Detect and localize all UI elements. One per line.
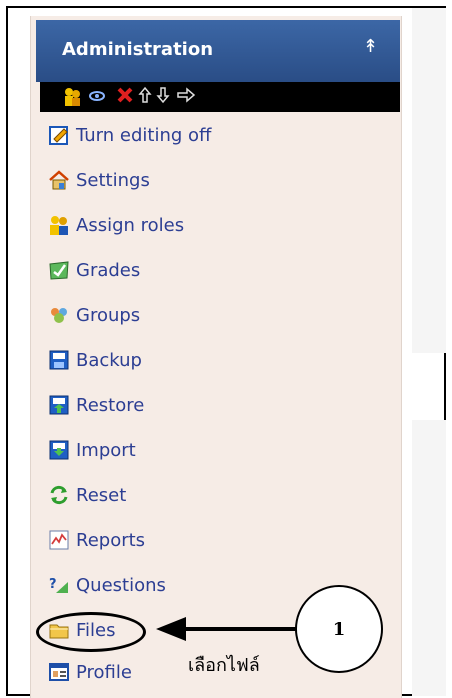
svg-text:?: ? (49, 577, 57, 592)
menu-item-label: Profile (76, 661, 132, 683)
assign-roles-icon[interactable] (62, 86, 84, 113)
menu-item-label: Reset (76, 484, 127, 506)
edit-icon (48, 124, 70, 146)
menu-item-questions[interactable]: ? Questions (48, 570, 166, 600)
menu-item-restore[interactable]: Restore (48, 390, 144, 420)
menu-item-label: Backup (76, 349, 142, 371)
block-commands-bar (40, 82, 400, 112)
menu-item-profile[interactable]: Profile (48, 657, 132, 687)
menu-item-label: Settings (76, 169, 150, 191)
menu-item-label: Groups (76, 304, 141, 326)
menu-item-import[interactable]: Import (48, 435, 136, 465)
callout-step-number: 1 (295, 585, 383, 673)
menu-item-turn-editing-off[interactable]: Turn editing off (48, 120, 211, 150)
settings-icon (48, 169, 70, 191)
main-content-area-lower (412, 420, 446, 696)
main-content-area (412, 8, 446, 353)
block-title: Administration (62, 39, 214, 60)
delete-icon[interactable] (116, 86, 134, 109)
menu-item-grades[interactable]: Grades (48, 255, 140, 285)
profile-icon (48, 661, 70, 683)
menu-item-reports[interactable]: Reports (48, 525, 145, 555)
menu-item-label: Questions (76, 574, 166, 596)
collapse-up-icon[interactable]: ↟ (363, 37, 378, 57)
menu-item-backup[interactable]: Backup (48, 345, 142, 375)
backup-icon (48, 349, 70, 371)
menu-item-label: Turn editing off (76, 124, 212, 146)
reports-icon (48, 529, 70, 551)
callout-arrow-line (185, 627, 300, 631)
menu-item-groups[interactable]: Groups (48, 300, 140, 330)
menu-item-label: Grades (76, 259, 141, 281)
menu-item-assign-roles[interactable]: Assign roles (48, 210, 184, 240)
callout-arrowhead-icon (156, 617, 186, 641)
move-up-icon[interactable] (138, 86, 152, 109)
reset-icon (48, 484, 70, 506)
menu-item-reset[interactable]: Reset (48, 480, 126, 510)
grades-icon (48, 259, 70, 281)
menu-item-label: Assign roles (76, 214, 185, 236)
restore-icon (48, 394, 70, 416)
block-header: Administration ↟ (36, 20, 400, 82)
menu-item-settings[interactable]: Settings (48, 165, 150, 195)
questions-icon: ? (48, 574, 70, 596)
menu-item-label: Restore (76, 394, 145, 416)
import-icon (48, 439, 70, 461)
move-right-icon[interactable] (176, 86, 196, 109)
roles-icon (48, 214, 70, 236)
hide-icon[interactable] (88, 86, 106, 109)
menu-item-label: Reports (76, 529, 146, 551)
move-down-icon[interactable] (156, 86, 170, 109)
callout-instruction-text: เลือกไฟล์ (188, 655, 260, 676)
callout-highlight-ellipse (36, 612, 146, 652)
groups-icon (48, 304, 70, 326)
menu-item-label: Import (76, 439, 136, 461)
